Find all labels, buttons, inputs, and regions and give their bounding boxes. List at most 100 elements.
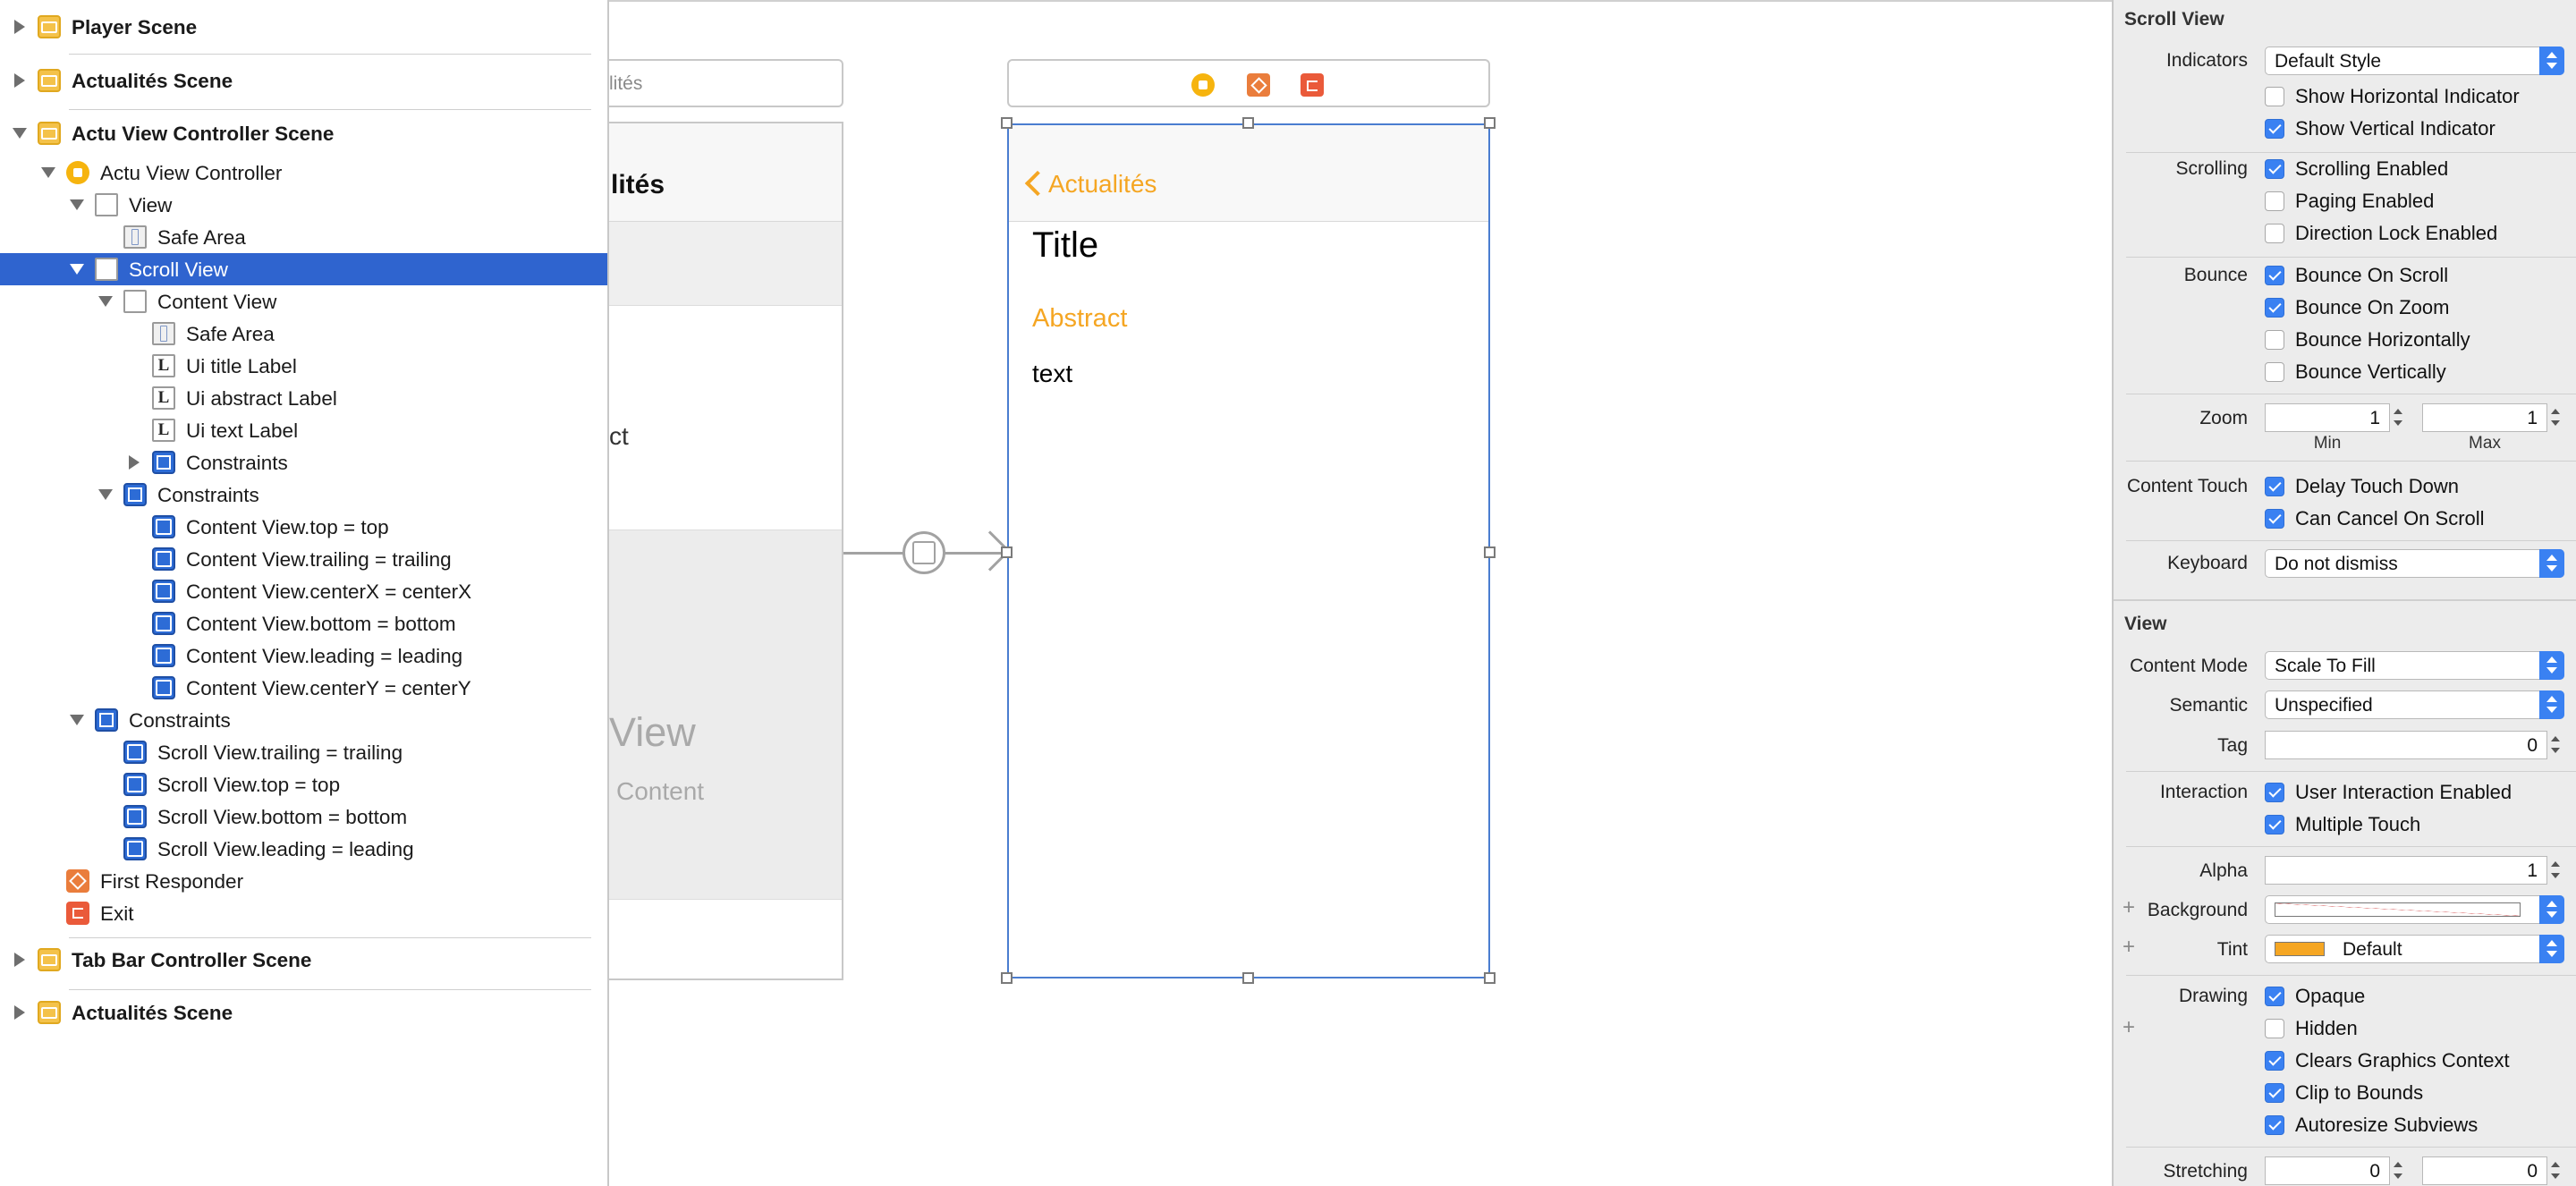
alpha-field[interactable]: 1 — [2265, 856, 2547, 885]
ui-title-label[interactable]: Title — [1032, 225, 1098, 266]
outline-row[interactable]: L Ui abstract Label — [0, 382, 607, 414]
outline-row[interactable]: Safe Area — [0, 318, 607, 350]
zoom-max-field[interactable]: 1 — [2422, 403, 2547, 432]
clip-to-bounds-checkbox[interactable]: Clip to Bounds — [2265, 1080, 2423, 1106]
segue-arrow[interactable] — [843, 530, 1022, 574]
outline-row[interactable]: Actualités Scene — [0, 996, 607, 1029]
previous-scene-frame[interactable]: lités ct View Content — [609, 122, 843, 980]
outline-row[interactable]: Constraints — [0, 704, 607, 736]
scrolling-enabled-checkbox[interactable]: Scrolling Enabled — [2265, 157, 2448, 182]
resize-handle-top-right[interactable] — [1484, 117, 1496, 129]
outline-row[interactable]: Actualités Scene — [0, 64, 607, 97]
show-vertical-indicator-checkbox[interactable]: Show Vertical Indicator — [2265, 116, 2496, 141]
outline-row[interactable]: Scroll View.trailing = trailing — [0, 736, 607, 768]
disclosure-open-icon[interactable] — [98, 296, 113, 307]
add-variation-icon[interactable]: + — [2123, 895, 2135, 920]
semantic-select[interactable]: Unspecified — [2265, 690, 2564, 719]
outline-row[interactable]: Content View.leading = leading — [0, 640, 607, 672]
resize-handle-bottom-left[interactable] — [1001, 972, 1013, 984]
outline-row[interactable]: Scroll View.bottom = bottom — [0, 801, 607, 833]
background-color-select[interactable] — [2265, 895, 2564, 924]
view-controller-icon[interactable] — [1191, 73, 1215, 97]
first-responder-icon[interactable] — [1247, 73, 1270, 97]
segue-icon[interactable] — [902, 531, 945, 574]
can-cancel-on-scroll-checkbox[interactable]: Can Cancel On Scroll — [2265, 506, 2485, 531]
resize-handle-right[interactable] — [1484, 546, 1496, 558]
zoom-min-stepper-icon[interactable] — [2391, 403, 2405, 432]
outline-row[interactable]: Content View.centerY = centerY — [0, 672, 607, 704]
disclosure-closed-icon[interactable] — [14, 953, 25, 967]
show-horizontal-indicator-checkbox[interactable]: Show Horizontal Indicator — [2265, 84, 2520, 109]
previous-scene-dock[interactable]: lités — [609, 59, 843, 107]
bounce-on-scroll-checkbox[interactable]: Bounce On Scroll — [2265, 263, 2448, 288]
outline-row[interactable]: Scroll View — [0, 253, 607, 285]
disclosure-open-icon[interactable] — [41, 167, 55, 178]
exit-icon[interactable] — [1301, 73, 1324, 97]
previous-scene-preview[interactable]: lités lités ct View Content — [609, 2, 845, 1186]
resize-handle-bottom[interactable] — [1242, 972, 1254, 984]
autoresize-subviews-checkbox[interactable]: Autoresize Subviews — [2265, 1113, 2478, 1138]
stretching-y-field[interactable]: 0 — [2422, 1156, 2547, 1185]
stretching-x-field[interactable]: 0 — [2265, 1156, 2390, 1185]
outline-row[interactable]: First Responder — [0, 865, 607, 897]
ui-text-label[interactable]: text — [1032, 360, 1072, 388]
zoom-max-stepper-icon[interactable] — [2548, 403, 2563, 432]
disclosure-open-icon[interactable] — [13, 128, 27, 139]
outline-row[interactable]: Constraints — [0, 479, 607, 511]
outline-row[interactable]: L Ui text Label — [0, 414, 607, 446]
stretching-y-stepper-icon[interactable] — [2548, 1156, 2563, 1185]
paging-enabled-checkbox[interactable]: Paging Enabled — [2265, 189, 2434, 214]
indicators-select[interactable]: Default Style — [2265, 47, 2564, 75]
opaque-checkbox[interactable]: Opaque — [2265, 984, 2365, 1009]
outline-row[interactable]: Actu View Controller — [0, 157, 607, 189]
bounce-vertically-checkbox[interactable]: Bounce Vertically — [2265, 360, 2446, 385]
tint-color-select[interactable]: Default — [2265, 935, 2564, 963]
tag-stepper-icon[interactable] — [2548, 731, 2563, 759]
disclosure-closed-icon[interactable] — [14, 20, 25, 34]
resize-handle-left[interactable] — [1001, 546, 1013, 558]
add-variation-icon[interactable]: + — [2123, 935, 2135, 960]
outline-row[interactable]: Tab Bar Controller Scene — [0, 944, 607, 976]
storyboard-canvas[interactable]: lités lités ct View Content Actualités T… — [609, 0, 2112, 1186]
outline-row[interactable]: View — [0, 189, 607, 221]
multiple-touch-checkbox[interactable]: Multiple Touch — [2265, 812, 2420, 837]
outline-row[interactable]: Content View.top = top — [0, 511, 607, 543]
back-button-label[interactable]: Actualités — [1048, 170, 1157, 199]
disclosure-open-icon[interactable] — [70, 715, 84, 725]
disclosure-closed-icon[interactable] — [14, 73, 25, 88]
disclosure-open-icon[interactable] — [70, 264, 84, 275]
disclosure-closed-icon[interactable] — [129, 455, 140, 470]
outline-row[interactable]: Content View.trailing = trailing — [0, 543, 607, 575]
alpha-stepper-icon[interactable] — [2548, 856, 2563, 885]
disclosure-open-icon[interactable] — [98, 489, 113, 500]
bounce-on-zoom-checkbox[interactable]: Bounce On Zoom — [2265, 295, 2449, 320]
tag-field[interactable]: 0 — [2265, 731, 2547, 759]
actu-view-controller-frame[interactable]: Actualités Title Abstract text — [1007, 123, 1490, 978]
stretching-x-stepper-icon[interactable] — [2391, 1156, 2405, 1185]
back-chevron-icon[interactable] — [1024, 170, 1051, 197]
outline-row[interactable]: L Ui title Label — [0, 350, 607, 382]
disclosure-closed-icon[interactable] — [14, 1005, 25, 1020]
zoom-min-field[interactable]: 1 — [2265, 403, 2390, 432]
outline-row[interactable]: Exit — [0, 897, 607, 929]
outline-row[interactable]: Player Scene — [0, 11, 607, 43]
resize-handle-bottom-right[interactable] — [1484, 972, 1496, 984]
outline-row[interactable]: Content View — [0, 285, 607, 318]
outline-row[interactable]: Scroll View.leading = leading — [0, 833, 607, 865]
user-interaction-enabled-checkbox[interactable]: User Interaction Enabled — [2265, 780, 2512, 805]
outline-row[interactable]: Actu View Controller Scene — [0, 117, 607, 149]
bounce-horizontally-checkbox[interactable]: Bounce Horizontally — [2265, 327, 2470, 352]
resize-handle-top-left[interactable] — [1001, 117, 1013, 129]
add-variation-icon[interactable]: + — [2123, 1015, 2135, 1040]
outline-row[interactable]: Scroll View.top = top — [0, 768, 607, 801]
content-mode-select[interactable]: Scale To Fill — [2265, 651, 2564, 680]
outline-row[interactable]: Content View.centerX = centerX — [0, 575, 607, 607]
disclosure-open-icon[interactable] — [70, 199, 84, 210]
outline-row[interactable]: Safe Area — [0, 221, 607, 253]
clears-graphics-context-checkbox[interactable]: Clears Graphics Context — [2265, 1048, 2510, 1073]
hidden-checkbox[interactable]: Hidden — [2265, 1016, 2358, 1041]
resize-handle-top[interactable] — [1242, 117, 1254, 129]
ui-abstract-label[interactable]: Abstract — [1032, 304, 1127, 334]
delay-touch-down-checkbox[interactable]: Delay Touch Down — [2265, 474, 2459, 499]
outline-row[interactable]: Constraints — [0, 446, 607, 479]
